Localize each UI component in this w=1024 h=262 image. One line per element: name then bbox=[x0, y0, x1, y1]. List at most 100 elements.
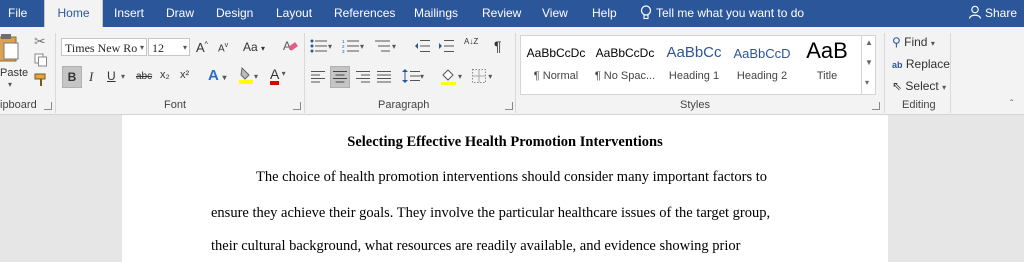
tell-me-box[interactable]: Tell me what you want to do bbox=[640, 0, 804, 27]
highlight-button[interactable]: ▾ bbox=[238, 66, 258, 87]
font-color-button[interactable]: A ▾ bbox=[270, 66, 286, 85]
more-styles-icon[interactable]: ▾ bbox=[865, 78, 869, 87]
tab-design[interactable]: Design bbox=[216, 0, 253, 27]
collapse-ribbon-icon[interactable]: ˆ bbox=[1010, 99, 1013, 110]
decrease-indent-button[interactable] bbox=[414, 39, 430, 56]
replace-label: Replace bbox=[905, 57, 950, 71]
find-button[interactable]: ⚲ Find ▾ bbox=[892, 35, 935, 49]
style-name: ¶ No Spac... bbox=[594, 70, 656, 82]
increase-indent-icon bbox=[439, 40, 454, 52]
superscript-button[interactable]: x² bbox=[180, 69, 189, 81]
style-sample: AaBbCc bbox=[666, 44, 722, 61]
document-page[interactable]: Selecting Effective Health Promotion Int… bbox=[122, 115, 888, 262]
find-label: Find bbox=[904, 35, 928, 49]
bold-button[interactable]: B bbox=[62, 66, 82, 88]
numbering-button[interactable]: 1 2 3 ▾ bbox=[342, 39, 364, 56]
clipboard-launcher-icon[interactable] bbox=[44, 102, 52, 110]
group-divider bbox=[884, 33, 885, 113]
sort-button[interactable]: A↓Z bbox=[464, 37, 482, 46]
multilevel-list-button[interactable]: ▾ bbox=[374, 39, 396, 56]
search-icon: ⚲ bbox=[892, 35, 901, 49]
shrink-font-button[interactable]: Av bbox=[218, 42, 228, 54]
highlighter-icon bbox=[239, 66, 253, 84]
style-heading-2[interactable]: AaBbCcD Heading 2 bbox=[729, 36, 795, 94]
tab-mailings[interactable]: Mailings bbox=[414, 0, 458, 27]
paintbrush-icon bbox=[34, 73, 46, 86]
tab-layout[interactable]: Layout bbox=[276, 0, 312, 27]
copy-button[interactable] bbox=[34, 53, 48, 70]
line-spacing-icon bbox=[402, 69, 420, 83]
show-formatting-button[interactable]: ¶ bbox=[494, 38, 502, 54]
change-case-button[interactable]: Aa ▾ bbox=[243, 40, 265, 54]
cut-button[interactable]: ✂ bbox=[34, 33, 46, 50]
style-no-spacing[interactable]: AaBbCcDc ¶ No Spac... bbox=[591, 36, 659, 94]
styles-launcher-icon[interactable] bbox=[872, 102, 880, 110]
ribbon-tab-bar: File Home Insert Draw Design Layout Refe… bbox=[0, 0, 1024, 27]
align-center-button[interactable] bbox=[330, 66, 350, 88]
change-case-icon: Aa bbox=[243, 40, 258, 54]
shading-button[interactable]: ▾ bbox=[440, 67, 462, 88]
tab-insert[interactable]: Insert bbox=[114, 0, 144, 27]
style-sample: AaBbCcDc bbox=[595, 46, 655, 60]
editing-group-label: Editing bbox=[902, 99, 936, 111]
style-heading-1[interactable]: AaBbCc Heading 1 bbox=[660, 36, 728, 94]
font-size-combo[interactable]: 12 ▾ bbox=[148, 38, 190, 56]
style-sample: AaBbCcD bbox=[733, 46, 791, 61]
style-title[interactable]: AaB Title bbox=[796, 36, 858, 94]
underline-button[interactable]: U bbox=[107, 69, 116, 83]
ribbon: Paste ▾ ✂ ipboard Times New Ro ▾ 12 ▾ A^ A… bbox=[0, 27, 1024, 115]
chevron-down-icon: ▾ bbox=[139, 43, 144, 52]
font-name-combo[interactable]: Times New Ro ▾ bbox=[61, 38, 147, 56]
tab-review[interactable]: Review bbox=[482, 0, 521, 27]
tab-references[interactable]: References bbox=[334, 0, 395, 27]
bullet-list-icon bbox=[310, 39, 327, 53]
style-sample: AaB bbox=[806, 38, 848, 63]
tab-home[interactable]: Home bbox=[44, 0, 103, 27]
justify-button[interactable] bbox=[377, 71, 391, 86]
increase-indent-button[interactable] bbox=[438, 39, 454, 56]
borders-icon bbox=[472, 69, 486, 83]
svg-text:3: 3 bbox=[342, 49, 345, 53]
font-name-value: Times New Ro bbox=[65, 41, 138, 55]
tell-me-text: Tell me what you want to do bbox=[656, 6, 805, 20]
strikethrough-button[interactable]: abc bbox=[136, 71, 152, 82]
group-divider bbox=[950, 33, 951, 113]
styles-scroll: ▲ ▼ ▾ bbox=[861, 36, 876, 94]
text-effects-icon: A bbox=[208, 67, 219, 84]
sort-icon: A↓Z bbox=[464, 37, 479, 46]
style-name: ¶ Normal bbox=[533, 70, 579, 82]
clear-formatting-button[interactable]: A bbox=[282, 38, 298, 57]
tab-view[interactable]: View bbox=[542, 0, 568, 27]
style-name: Heading 2 bbox=[736, 70, 788, 82]
text-effects-button[interactable]: A ▾ bbox=[208, 67, 226, 84]
paste-button[interactable]: Paste ▾ bbox=[0, 33, 28, 91]
group-divider bbox=[515, 33, 516, 113]
select-button[interactable]: ⇖ Select ▾ bbox=[892, 79, 946, 93]
subscript-button[interactable]: x₂ bbox=[160, 69, 170, 81]
bullets-button[interactable]: ▾ bbox=[310, 39, 332, 56]
scroll-up-icon[interactable]: ▲ bbox=[865, 38, 873, 47]
tab-file[interactable]: File bbox=[8, 0, 27, 27]
align-right-button[interactable] bbox=[356, 71, 370, 86]
share-button[interactable]: Share bbox=[968, 0, 1017, 27]
numbered-list-icon: 123 bbox=[342, 39, 359, 54]
font-launcher-icon[interactable] bbox=[293, 102, 301, 110]
align-left-button[interactable] bbox=[311, 71, 325, 86]
format-painter-button[interactable] bbox=[34, 73, 48, 90]
tab-draw[interactable]: Draw bbox=[166, 0, 194, 27]
line-spacing-button[interactable]: ▾ bbox=[402, 69, 424, 86]
replace-button[interactable]: ab Replace bbox=[892, 57, 950, 71]
italic-button[interactable]: I bbox=[89, 69, 93, 85]
group-divider bbox=[304, 33, 305, 113]
borders-button[interactable]: ▾ bbox=[472, 69, 492, 86]
grow-font-button[interactable]: A^ bbox=[196, 40, 208, 55]
scroll-down-icon[interactable]: ▼ bbox=[865, 58, 873, 67]
paragraph-launcher-icon[interactable] bbox=[505, 102, 513, 110]
justify-icon bbox=[377, 71, 391, 83]
tab-help[interactable]: Help bbox=[592, 0, 617, 27]
style-normal[interactable]: AaBbCcDc ¶ Normal bbox=[522, 36, 590, 94]
share-label: Share bbox=[985, 6, 1018, 20]
paint-bucket-icon bbox=[441, 69, 456, 85]
font-size-value: 12 bbox=[152, 41, 164, 55]
chevron-down-icon[interactable]: ▾ bbox=[121, 72, 125, 81]
